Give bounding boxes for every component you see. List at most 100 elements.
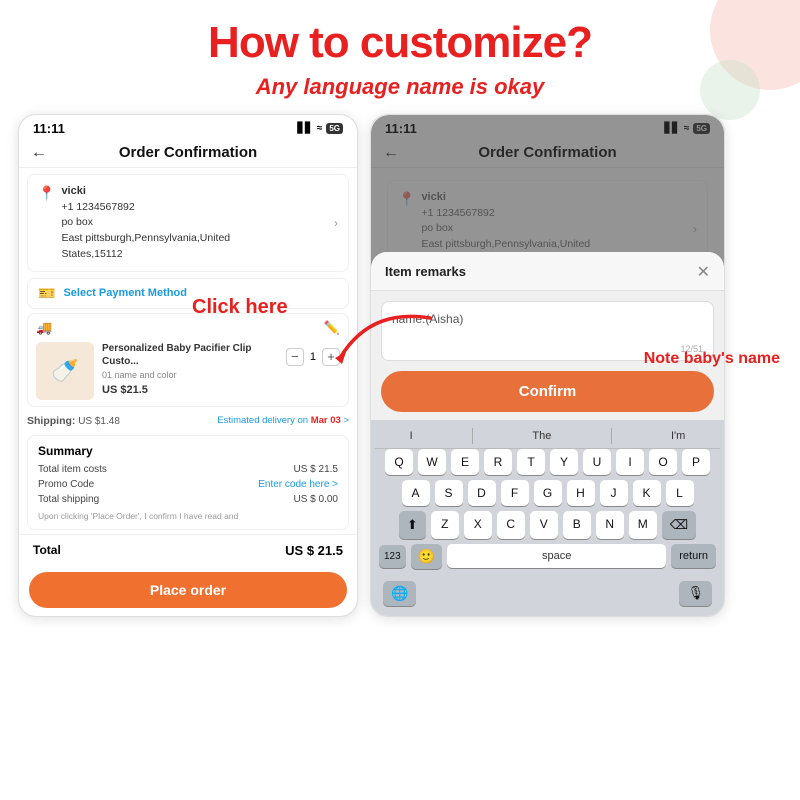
- suggestion-im[interactable]: I'm: [661, 428, 695, 444]
- total-shipping-value: US $ 0.00: [294, 494, 338, 505]
- promo-link[interactable]: Enter code here >: [258, 479, 338, 490]
- key-q[interactable]: Q: [385, 449, 413, 475]
- qty-decrease-button[interactable]: −: [286, 348, 304, 366]
- left-back-button[interactable]: ←: [31, 144, 47, 162]
- keyboard-row-3: ⬆ Z X C V B N M ⌫: [375, 511, 720, 539]
- product-info: Personalized Baby Pacifier Clip Custo...…: [102, 342, 278, 396]
- divider-2: [611, 428, 612, 444]
- total-bar: Total US $ 21.5: [19, 534, 357, 566]
- total-label: Total: [33, 543, 61, 557]
- key-n[interactable]: N: [596, 511, 624, 539]
- key-w[interactable]: W: [418, 449, 446, 475]
- keyboard-extra-row: 🌐 🎙: [375, 577, 720, 616]
- key-x[interactable]: X: [464, 511, 492, 539]
- key-u[interactable]: U: [583, 449, 611, 475]
- key-e[interactable]: E: [451, 449, 479, 475]
- total-amount: US $ 21.5: [285, 543, 343, 558]
- key-mic[interactable]: 🎙: [679, 581, 712, 606]
- key-v[interactable]: V: [530, 511, 558, 539]
- signal-bars-icon: ▋▋: [297, 123, 312, 134]
- key-123[interactable]: 123: [379, 545, 406, 568]
- key-k[interactable]: K: [633, 480, 661, 506]
- modal-input-area[interactable]: name:(Aisha) 12/51: [381, 301, 714, 361]
- key-d[interactable]: D: [468, 480, 496, 506]
- keyboard-row-2: A S D F G H J K L: [375, 480, 720, 506]
- key-p[interactable]: P: [682, 449, 710, 475]
- left-nav-title: Order Confirmation: [119, 144, 257, 161]
- addr-line3: States,15112: [61, 247, 328, 263]
- item-remarks-modal: Item remarks ✕ name:(Aisha) 12/51 Confir…: [371, 252, 724, 616]
- left-payment-row[interactable]: 🎫 Select Payment Method: [27, 278, 349, 309]
- key-m[interactable]: M: [629, 511, 657, 539]
- shipping-est: Estimated delivery on Mar 03 >: [217, 415, 349, 427]
- addr-line1: po box: [61, 215, 328, 231]
- key-f[interactable]: F: [501, 480, 529, 506]
- product-qty-control[interactable]: − 1 +: [286, 348, 340, 366]
- key-emoji[interactable]: 🙂: [411, 544, 442, 569]
- modal-close-button[interactable]: ✕: [697, 262, 710, 282]
- modal-header: Item remarks ✕: [371, 252, 724, 291]
- left-phone: 11:11 ▋▋ ≈ 5G ← Order Confirmation 📍 vic…: [18, 114, 358, 617]
- main-title: How to customize?: [0, 0, 800, 68]
- payment-icon: 🎫: [38, 285, 55, 302]
- left-time: 11:11: [33, 121, 65, 136]
- suggestion-the[interactable]: The: [522, 428, 561, 444]
- left-summary-card: Summary Total item costs US $ 21.5 Promo…: [27, 435, 349, 530]
- keyboard-suggestions: I The I'm: [375, 424, 720, 449]
- product-price: US $21.5: [102, 384, 278, 396]
- key-a[interactable]: A: [402, 480, 430, 506]
- summary-promo-row[interactable]: Promo Code Enter code here >: [38, 479, 338, 490]
- qty-value: 1: [310, 351, 316, 363]
- confirm-button[interactable]: Confirm: [381, 371, 714, 412]
- modal-title: Item remarks: [385, 264, 466, 279]
- key-h[interactable]: H: [567, 480, 595, 506]
- shift-key[interactable]: ⬆: [399, 511, 426, 539]
- key-y[interactable]: Y: [550, 449, 578, 475]
- key-j[interactable]: J: [600, 480, 628, 506]
- shipping-price: US $1.48: [78, 416, 120, 427]
- address-text: vicki +1 1234567892 po box East pittsbur…: [61, 183, 328, 263]
- keyboard-bottom-row: 123 🙂 space return: [375, 544, 720, 577]
- edit-remarks-icon[interactable]: ✏️: [324, 320, 340, 336]
- key-return[interactable]: return: [671, 544, 716, 568]
- key-b[interactable]: B: [563, 511, 591, 539]
- addr-name: vicki: [61, 183, 328, 200]
- location-icon: 📍: [38, 185, 55, 202]
- modal-char-count: 12/51: [680, 344, 703, 354]
- left-address-card[interactable]: 📍 vicki +1 1234567892 po box East pittsb…: [27, 174, 349, 272]
- summary-shipping-row: Total shipping US $ 0.00: [38, 494, 338, 505]
- shipping-label: Shipping:: [27, 415, 75, 427]
- key-l[interactable]: L: [666, 480, 694, 506]
- delivery-date: Mar 03: [311, 415, 341, 426]
- key-space[interactable]: space: [447, 544, 666, 568]
- network-badge: 5G: [326, 123, 343, 134]
- address-arrow-icon: ›: [334, 216, 338, 230]
- payment-label: Select Payment Method: [63, 287, 186, 299]
- shipping-row: Shipping: US $1.48 Estimated delivery on…: [19, 411, 357, 431]
- modal-input-text: name:(Aisha): [392, 312, 463, 326]
- addr-line2: East pittsburgh,Pennsylvania,United: [61, 231, 328, 247]
- key-o[interactable]: O: [649, 449, 677, 475]
- keyboard-row-1: Q W E R T Y U I O P: [375, 449, 720, 475]
- sub-title: Any language name is okay: [0, 68, 800, 100]
- place-order-button[interactable]: Place order: [29, 572, 347, 608]
- key-s[interactable]: S: [435, 480, 463, 506]
- key-z[interactable]: Z: [431, 511, 459, 539]
- qty-increase-button[interactable]: +: [322, 348, 340, 366]
- divider-1: [472, 428, 473, 444]
- backspace-key[interactable]: ⌫: [662, 511, 696, 539]
- deco-circle-2: [700, 60, 760, 120]
- key-i[interactable]: I: [616, 449, 644, 475]
- key-t[interactable]: T: [517, 449, 545, 475]
- key-r[interactable]: R: [484, 449, 512, 475]
- promo-label: Promo Code: [38, 479, 94, 490]
- key-c[interactable]: C: [497, 511, 525, 539]
- keyboard: I The I'm Q W E R T Y U I O P: [371, 420, 724, 616]
- key-globe[interactable]: 🌐: [383, 581, 416, 606]
- suggestion-i[interactable]: I: [400, 428, 423, 444]
- phones-container: 11:11 ▋▋ ≈ 5G ← Order Confirmation 📍 vic…: [0, 114, 800, 617]
- summary-items-row: Total item costs US $ 21.5: [38, 464, 338, 475]
- key-g[interactable]: G: [534, 480, 562, 506]
- product-name: Personalized Baby Pacifier Clip Custo...: [102, 342, 278, 368]
- summary-title: Summary: [38, 444, 338, 458]
